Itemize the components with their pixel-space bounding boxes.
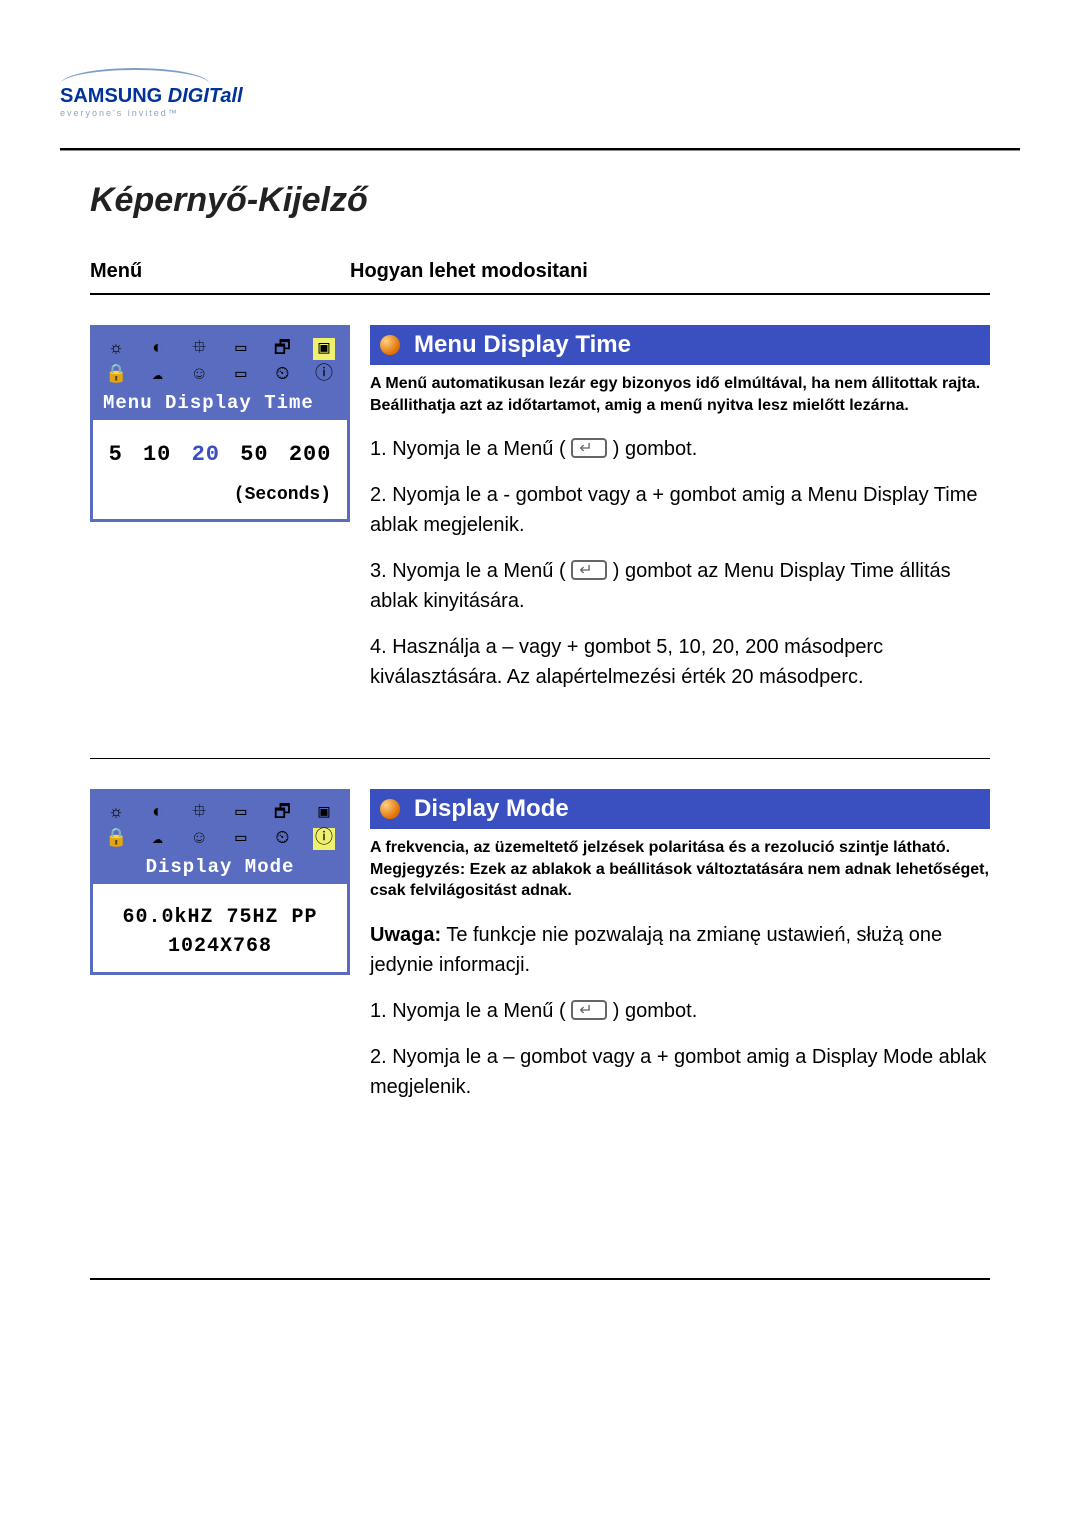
header-divider: [90, 293, 990, 295]
section2-steps: 1. Nyomja le a Menű ( ) gombot. 2. Nyomj…: [370, 996, 990, 1102]
osd-title: Menu Display Time: [101, 388, 339, 416]
osd-panel-menu-display-time: ☼ ◐ ⯐ ▭ 🗗 ▣ 🔒 ☁ ☺ ▭ ⏲ ⓘ Menu Display Tim…: [90, 325, 350, 708]
brightness-icon: ☼: [105, 802, 127, 824]
cloud-icon: ☁: [147, 364, 169, 386]
timer-icon: ⏲: [271, 828, 293, 850]
bottom-divider: [90, 1278, 990, 1280]
column-headers: Menű Hogyan lehet modositani: [60, 260, 1020, 283]
page-title: Képernyő-Kijelző: [60, 181, 1020, 220]
size-icon: ▭: [230, 338, 252, 360]
osd-icon-row-2: 🔒 ☁ ☺ ▭ ⏲ ⓘ: [101, 362, 339, 388]
info-icon: ⓘ: [313, 364, 335, 386]
top-divider: [60, 148, 1020, 151]
screen-icon: ▭: [230, 364, 252, 386]
step-2: 2. Nyomja le a – gombot vagy a + gombot …: [370, 1042, 990, 1102]
position-icon: ⯐: [188, 802, 210, 824]
section2-note: Uwaga: Te funkcje nie pozwalają na zmian…: [370, 920, 990, 980]
osd-icon-row-1: ☼ ◐ ⯐ ▭ 🗗 ▣: [101, 800, 339, 826]
heading-bullet-icon: [380, 335, 400, 355]
size-icon: ▭: [230, 802, 252, 824]
screen-icon: ▭: [230, 828, 252, 850]
step-3: 3. Nyomja le a Menű ( ) gombot az Menu D…: [370, 556, 990, 616]
section-menu-display-time: ☼ ◐ ⯐ ▭ 🗗 ▣ 🔒 ☁ ☺ ▭ ⏲ ⓘ Menu Display Tim…: [60, 325, 1020, 708]
step-1a: 1. Nyomja le a Menű (: [370, 438, 571, 460]
face-icon: ☺: [188, 828, 210, 850]
note-bold: Uwaga:: [370, 924, 441, 946]
osd-panel-display-mode: ☼ ◐ ⯐ ▭ 🗗 ▣ 🔒 ☁ ☺ ▭ ⏲ ⓘ Display Mode: [90, 789, 350, 1118]
contrast-icon: ◐: [147, 802, 169, 824]
heading-bullet-icon: [380, 799, 400, 819]
column-header-left: Menű: [90, 260, 350, 283]
step-1: 1. Nyomja le a Menű ( ) gombot.: [370, 434, 990, 464]
menu-icon: ▣: [313, 338, 335, 360]
step-1a: 1. Nyomja le a Menű (: [370, 1000, 571, 1022]
contrast-icon: ◐: [147, 338, 169, 360]
lock-icon: 🔒: [105, 828, 127, 850]
step-3a: 3. Nyomja le a Menű (: [370, 560, 571, 582]
section-divider: [90, 758, 990, 759]
logo-brand-sub: DIGITall: [168, 85, 243, 107]
step-1: 1. Nyomja le a Menű ( ) gombot.: [370, 996, 990, 1026]
timer-icon: ⏲: [271, 364, 293, 386]
info-icon-selected: ⓘ: [313, 828, 335, 850]
section1-content: Menu Display Time A Menű automatikusan l…: [370, 325, 990, 708]
osd-value-10: 10: [143, 442, 171, 467]
pip-icon: 🗗: [271, 338, 293, 360]
heading-display-mode: Display Mode: [370, 789, 990, 829]
step-4: 4. Használja a – vagy + gombot 5, 10, 20…: [370, 632, 990, 692]
heading-menu-display-time: Menu Display Time: [370, 325, 990, 365]
step-1b: ) gombot.: [613, 438, 697, 460]
lock-icon: 🔒: [105, 364, 127, 386]
logo-brand-main: SAMSUNG: [60, 85, 168, 107]
logo-tagline: everyone's invited™: [60, 108, 1020, 118]
column-header-right: Hogyan lehet modositani: [350, 260, 990, 283]
osd-mode-frequency: 60.0kHZ 75HZ PP: [101, 906, 339, 929]
osd-icon-row-2: 🔒 ☁ ☺ ▭ ⏲ ⓘ: [101, 826, 339, 852]
cloud-icon: ☁: [147, 828, 169, 850]
brightness-icon: ☼: [105, 338, 127, 360]
menu-button-icon: [571, 560, 607, 580]
heading-text: Menu Display Time: [414, 331, 631, 358]
osd-mode-resolution: 1024X768: [101, 935, 339, 958]
note-text: Te funkcje nie pozwalają na zmianę ustaw…: [370, 924, 942, 976]
logo-arc-icon: [60, 68, 210, 88]
step-2: 2. Nyomja le a - gombot vagy a + gombot …: [370, 480, 990, 540]
menu-button-icon: [571, 438, 607, 458]
section1-description: A Menű automatikusan lezár egy bizonyos …: [370, 373, 990, 416]
osd-timeout-values: 5 10 20 50 200: [101, 442, 339, 467]
osd-icon-row-1: ☼ ◐ ⯐ ▭ 🗗 ▣: [101, 336, 339, 362]
step-1b: ) gombot.: [613, 1000, 697, 1022]
section-display-mode: ☼ ◐ ⯐ ▭ 🗗 ▣ 🔒 ☁ ☺ ▭ ⏲ ⓘ Display Mode: [60, 789, 1020, 1118]
menu-button-icon: [571, 1000, 607, 1020]
section2-content: Display Mode A frekvencia, az üzemeltető…: [370, 789, 990, 1118]
osd-value-50: 50: [240, 442, 268, 467]
menu-icon: ▣: [313, 802, 335, 824]
osd-value-200: 200: [289, 442, 332, 467]
heading-text: Display Mode: [414, 795, 569, 822]
brand-logo: SAMSUNG DIGITall everyone's invited™: [60, 60, 1020, 118]
osd-unit-label: (Seconds): [101, 485, 339, 505]
section1-steps: 1. Nyomja le a Menű ( ) gombot. 2. Nyomj…: [370, 434, 990, 692]
osd-title: Display Mode: [101, 852, 339, 880]
osd-value-5: 5: [109, 442, 123, 467]
section2-description: A frekvencia, az üzemeltető jelzések pol…: [370, 837, 990, 902]
position-icon: ⯐: [188, 338, 210, 360]
face-icon: ☺: [188, 364, 210, 386]
pip-icon: 🗗: [271, 802, 293, 824]
osd-value-20-selected: 20: [192, 442, 220, 467]
